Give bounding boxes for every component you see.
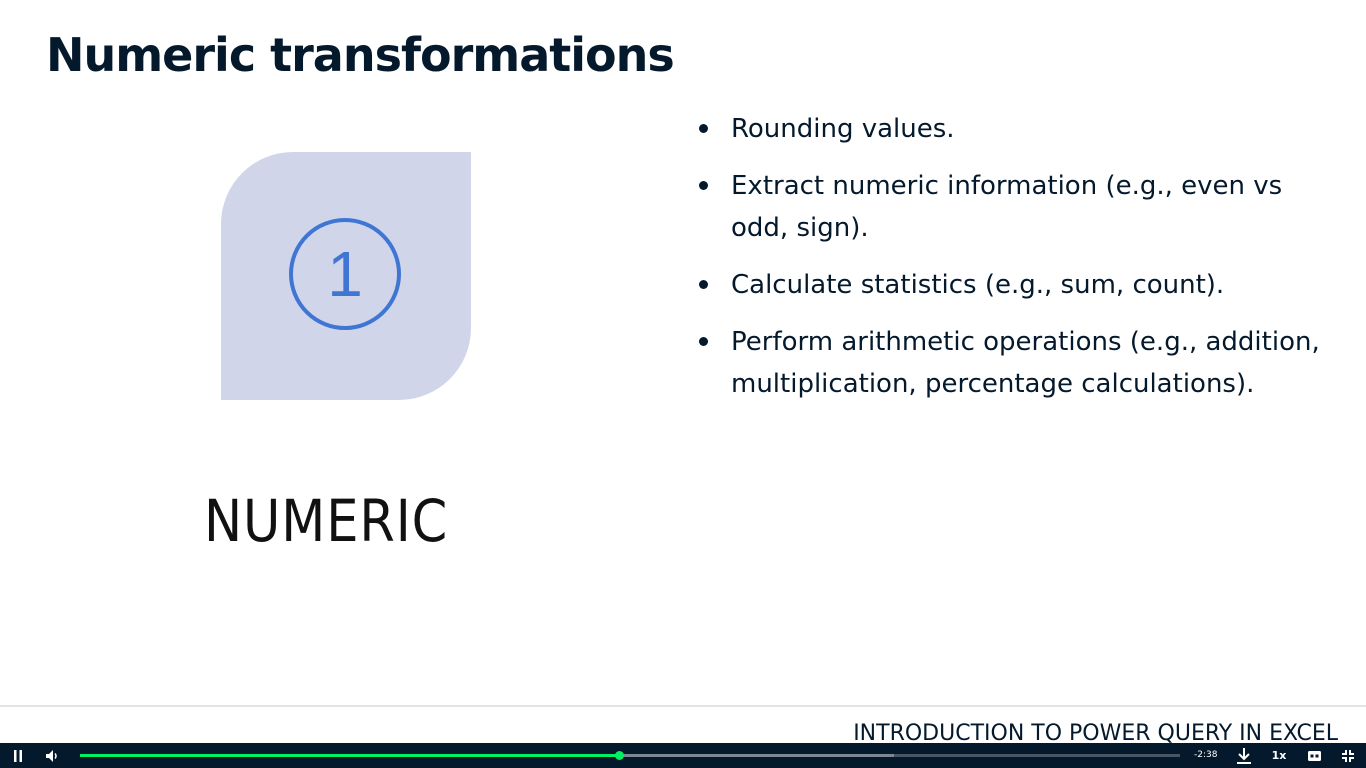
bullet-item: Perform arithmetic operations (e.g., add…	[697, 321, 1327, 405]
download-button[interactable]	[1234, 743, 1254, 768]
exit-fullscreen-icon	[1342, 749, 1354, 762]
captions-button[interactable]	[1304, 743, 1324, 768]
pause-button[interactable]	[8, 743, 28, 768]
progress-played	[80, 754, 619, 757]
pause-icon	[14, 749, 22, 762]
volume-icon	[46, 749, 57, 762]
exit-fullscreen-button[interactable]	[1338, 743, 1358, 768]
volume-button[interactable]	[42, 743, 64, 768]
video-player-controls: -2:38 1x	[0, 743, 1366, 768]
bullet-item: Rounding values.	[697, 108, 1327, 150]
slide: Numeric transformations 1 NUMERIC Roundi…	[0, 0, 1366, 768]
time-remaining: -2:38	[1194, 750, 1218, 760]
download-icon	[1237, 747, 1251, 764]
slide-title: Numeric transformations	[46, 28, 675, 82]
bullet-list: Rounding values. Extract numeric informa…	[697, 108, 1327, 420]
progress-bar[interactable]	[80, 751, 1180, 760]
numeric-type-label: NUMERIC	[204, 487, 449, 555]
bullet-item: Calculate statistics (e.g., sum, count).	[697, 264, 1327, 306]
playback-speed-button[interactable]: 1x	[1268, 743, 1290, 768]
number-one-badge: 1	[289, 218, 401, 330]
footer-divider	[0, 705, 1366, 707]
bullet-item: Extract numeric information (e.g., even …	[697, 165, 1327, 249]
progress-handle[interactable]	[615, 751, 624, 760]
captions-icon	[1307, 750, 1321, 761]
